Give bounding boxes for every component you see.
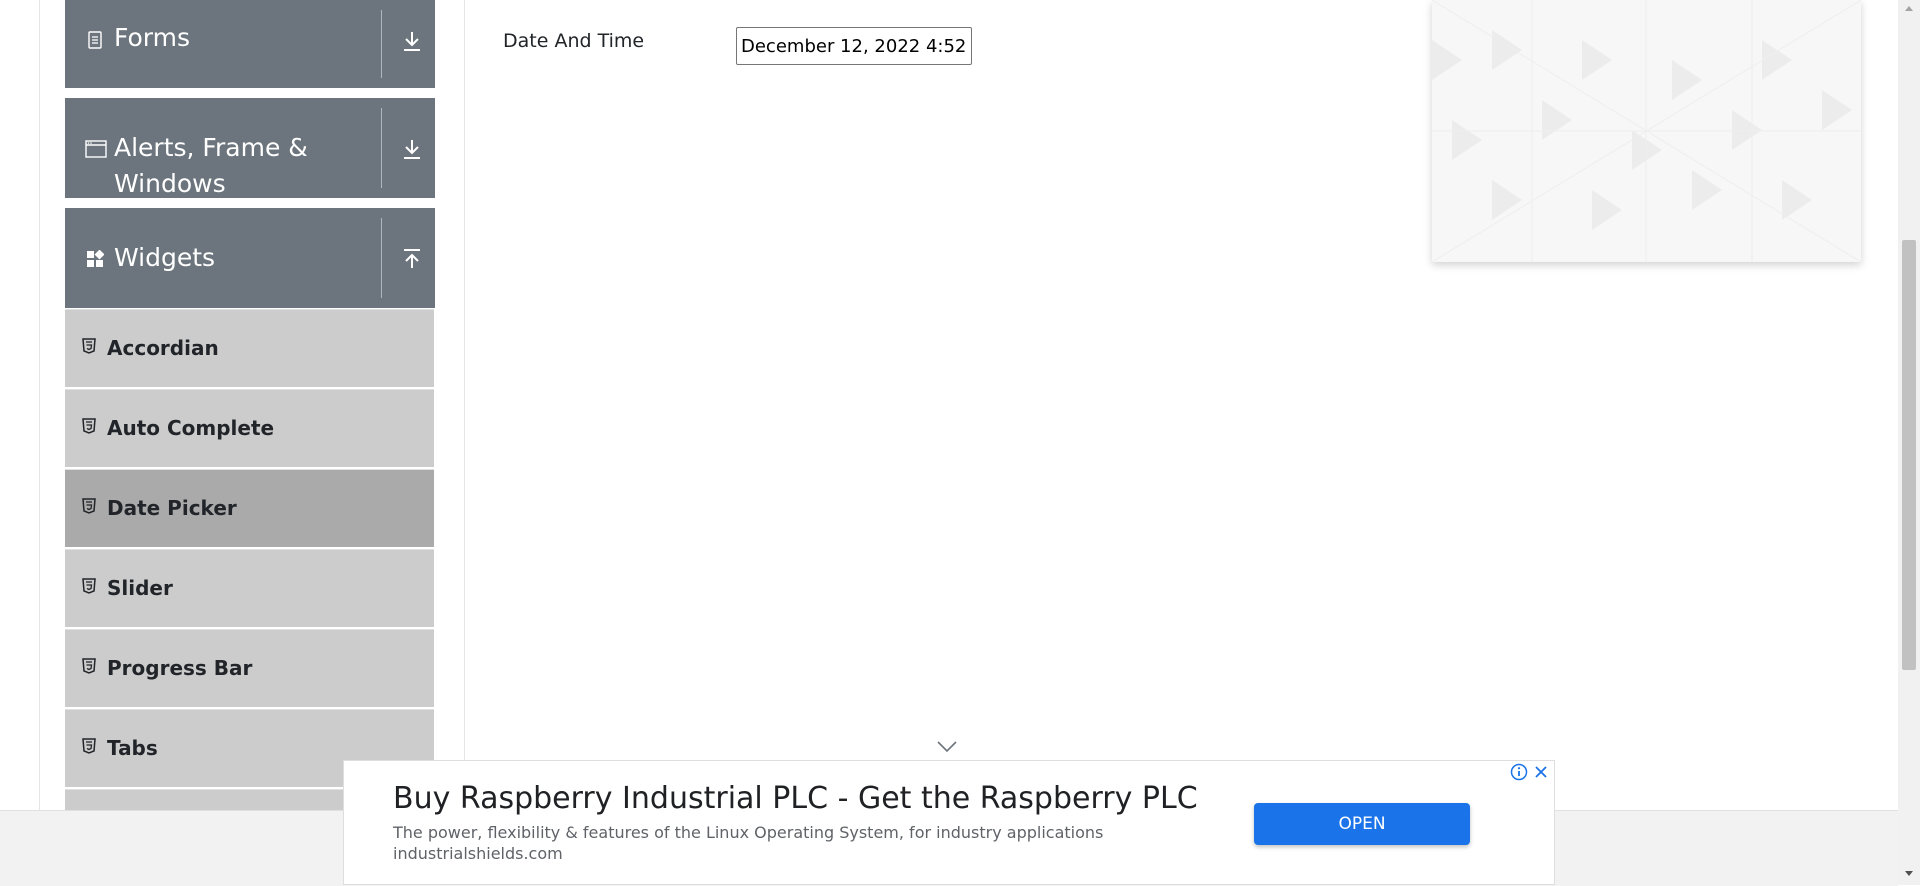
upload-icon[interactable]: [401, 248, 423, 270]
info-icon[interactable]: [1510, 763, 1528, 781]
window-icon: [85, 140, 107, 158]
close-icon[interactable]: [1532, 763, 1550, 781]
ad-domain[interactable]: industrialshields.com: [393, 844, 563, 863]
sidebar-item-accordian[interactable]: Accordian: [65, 309, 434, 387]
widgets-icon: [87, 250, 104, 267]
html5-icon: [82, 578, 96, 594]
sidebar-group-forms[interactable]: Forms: [65, 0, 435, 88]
html5-icon: [82, 418, 96, 434]
left-divider: [39, 0, 40, 810]
document-icon: [88, 31, 102, 49]
ad-description: The power, flexibility & features of the…: [393, 823, 1104, 842]
ad-banner[interactable]: Buy Raspberry Industrial PLC - Get the R…: [343, 760, 1555, 885]
html5-icon: [82, 498, 96, 514]
html5-icon: [82, 338, 96, 354]
sidebar-group-label: Alerts, Frame & Windows: [114, 133, 308, 198]
ad-open-button[interactable]: OPEN: [1254, 803, 1470, 845]
vertical-scrollbar[interactable]: [1898, 0, 1920, 885]
chevron-down-icon[interactable]: [936, 740, 958, 754]
sidebar-item-label: Auto Complete: [107, 416, 275, 440]
sidebar-group-label: Widgets: [114, 243, 216, 272]
sidebar-item-label: Date Picker: [107, 496, 237, 520]
triangle-pattern-graphic: [1432, 0, 1861, 262]
group-separator: [381, 218, 382, 298]
html5-icon: [82, 658, 96, 674]
sidebar-group-widgets[interactable]: Widgets: [65, 208, 435, 308]
sidebar-group-label: Forms: [114, 23, 191, 52]
download-icon[interactable]: [401, 138, 423, 160]
sidebar-item-label: Tabs: [107, 736, 158, 760]
sidebar-item-label: Accordian: [107, 336, 219, 360]
sidebar-item-label: Slider: [107, 576, 173, 600]
sidebar-item-auto-complete[interactable]: Auto Complete: [65, 389, 434, 467]
sidebar-item-date-picker[interactable]: Date Picker: [65, 469, 434, 547]
sidebar-group-alerts[interactable]: Alerts, Frame & Windows: [65, 98, 435, 198]
date-time-label: Date And Time: [503, 30, 645, 52]
sidebar-item-slider[interactable]: Slider: [65, 549, 434, 627]
scroll-up-arrow-icon[interactable]: [1904, 4, 1914, 12]
download-icon[interactable]: [401, 30, 423, 52]
html5-icon: [82, 738, 96, 754]
group-separator: [381, 108, 382, 188]
sidebar-item-label: Progress Bar: [107, 656, 253, 680]
date-time-input[interactable]: [736, 27, 972, 65]
sidebar-divider: [464, 0, 465, 810]
sidebar-item-progress-bar[interactable]: Progress Bar: [65, 629, 434, 707]
scroll-down-arrow-icon[interactable]: [1904, 870, 1914, 878]
ad-title[interactable]: Buy Raspberry Industrial PLC - Get the R…: [393, 781, 1198, 816]
group-separator: [381, 10, 382, 78]
scrollbar-thumb[interactable]: [1902, 240, 1916, 670]
decorative-pattern-panel: [1432, 0, 1861, 262]
